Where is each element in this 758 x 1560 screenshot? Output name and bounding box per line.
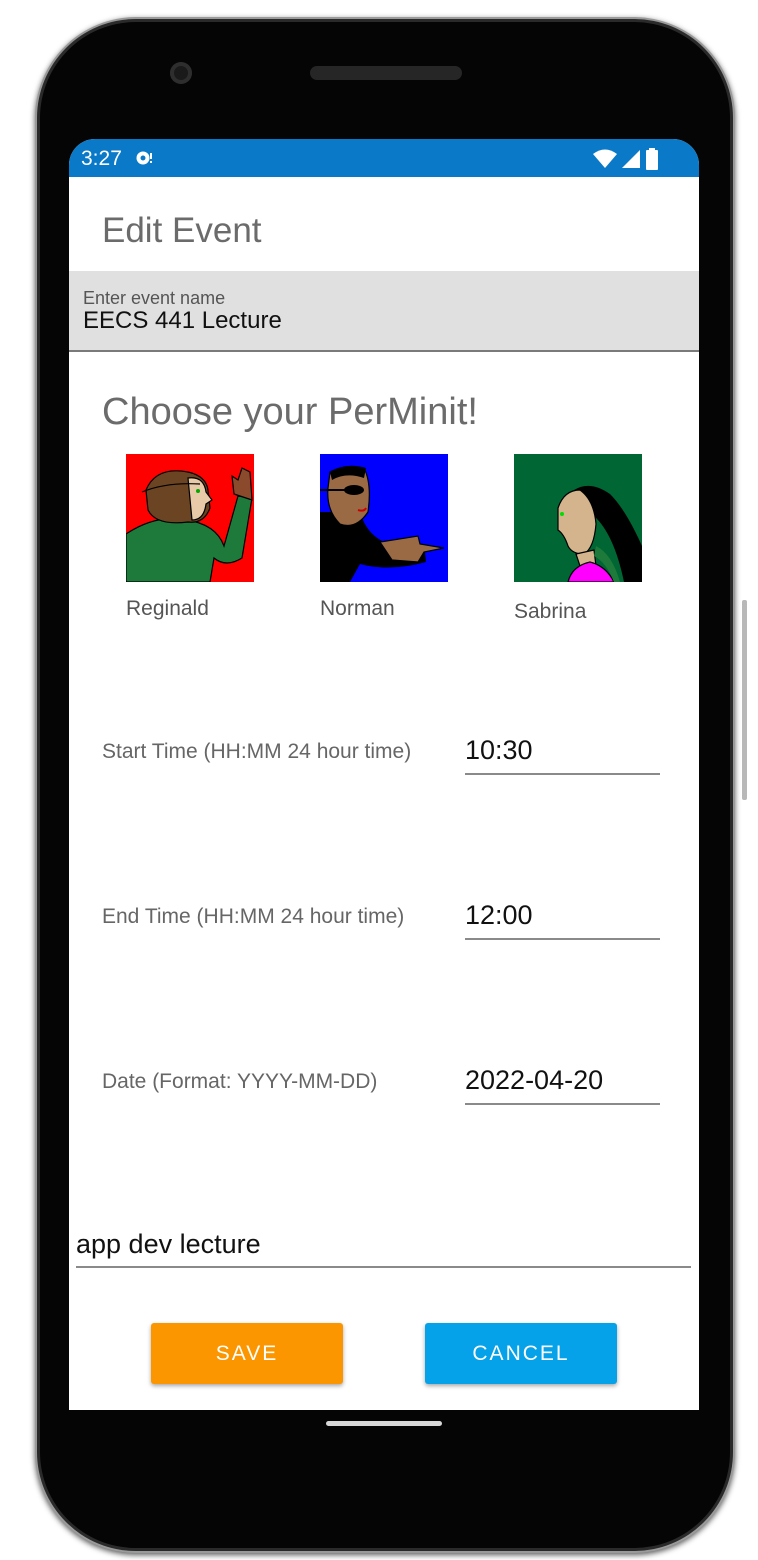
notes-input[interactable]: app dev lecture	[76, 1224, 691, 1268]
event-name-field[interactable]: Enter event name EECS 441 Lecture	[69, 271, 699, 352]
date-label: Date (Format: YYYY-MM-DD)	[102, 1070, 378, 1093]
home-gesture-handle[interactable]	[326, 1421, 442, 1426]
event-name-value[interactable]: EECS 441 Lecture	[83, 307, 282, 335]
cancel-button[interactable]: CANCEL	[425, 1323, 617, 1384]
status-bar: 3:27	[69, 139, 699, 177]
page-title: Edit Event	[102, 211, 262, 250]
wifi-icon	[593, 149, 617, 168]
battery-icon	[646, 148, 658, 170]
norman-image	[320, 454, 448, 582]
notification-icon	[136, 151, 152, 165]
notes-value: app dev lecture	[76, 1229, 261, 1259]
signal-icon	[622, 150, 640, 168]
avatar-reginald[interactable]	[126, 454, 254, 582]
avatar-norman[interactable]	[320, 454, 448, 582]
date-value: 2022-04-20	[465, 1065, 604, 1095]
start-time-label: Start Time (HH:MM 24 hour time)	[102, 740, 412, 763]
chooser-heading: Choose your PerMinit!	[102, 391, 478, 433]
date-input[interactable]: 2022-04-20	[465, 1063, 660, 1105]
earpiece-speaker	[310, 66, 462, 80]
avatar-name-norman: Norman	[320, 597, 395, 620]
event-name-label: Enter event name	[83, 288, 226, 308]
front-camera	[170, 62, 192, 84]
navigation-bar	[40, 1410, 730, 1530]
end-time-value: 12:00	[465, 900, 533, 930]
avatar-sabrina[interactable]	[514, 454, 642, 582]
power-button	[742, 600, 747, 800]
end-time-input[interactable]: 12:00	[465, 898, 660, 940]
end-time-label: End Time (HH:MM 24 hour time)	[102, 905, 405, 928]
start-time-input[interactable]: 10:30	[465, 733, 660, 775]
avatar-name-reginald: Reginald	[126, 597, 209, 620]
save-button[interactable]: SAVE	[151, 1323, 343, 1384]
reginald-image	[126, 454, 254, 582]
sabrina-image	[514, 454, 642, 582]
status-time: 3:27	[81, 147, 122, 170]
app-screen: 3:27 Edit Event Enter event name EECS 44…	[69, 139, 699, 1410]
avatar-name-sabrina: Sabrina	[514, 600, 587, 623]
start-time-value: 10:30	[465, 735, 533, 765]
